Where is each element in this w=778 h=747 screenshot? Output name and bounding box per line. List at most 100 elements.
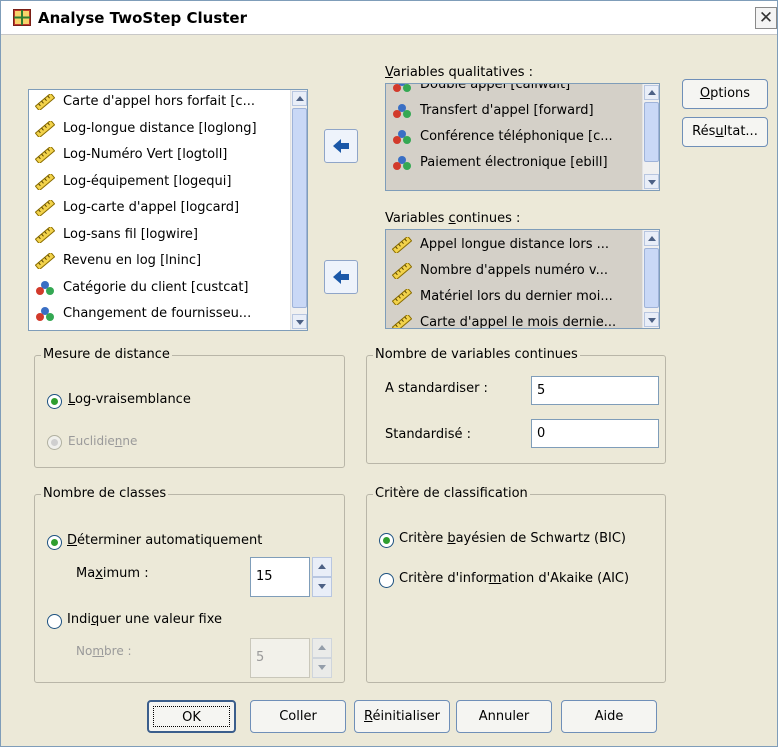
scroll-down-button[interactable] [644, 174, 659, 189]
list-item-label: Carte d'appel le mois dernie... [420, 315, 617, 329]
list-item[interactable]: Changement de fournisseu... [29, 301, 251, 326]
maximum-spinner[interactable] [312, 557, 332, 597]
euclidean-radio[interactable] [47, 435, 62, 450]
list-item[interactable]: Transfert d'appel [forward] [386, 98, 594, 123]
scale-ruler-icon [392, 315, 412, 328]
scroll-up-button[interactable] [292, 91, 307, 106]
auto-determine-label[interactable]: Déterminer automatiquement [67, 533, 262, 548]
scale-ruler-icon [35, 94, 55, 110]
maximum-field[interactable]: 15 [250, 557, 310, 597]
scroll-thumb[interactable] [292, 108, 307, 308]
list-item[interactable]: Carte d'appel hors forfait [c... [29, 90, 255, 114]
list-item[interactable]: Matériel lors du dernier moi... [386, 284, 613, 309]
list-item[interactable]: Conférence téléphonique [c... [386, 124, 613, 149]
bic-label[interactable]: Critère bayésien de Schwartz (BIC) [399, 531, 626, 546]
scroll-up-button[interactable] [644, 85, 659, 100]
aic-label[interactable]: Critère d'information d'Akaike (AIC) [399, 571, 629, 586]
to-standardize-field[interactable]: 5 [531, 376, 659, 405]
qualitative-variables-list[interactable]: Paiement électronique [ebill] Conférence … [385, 83, 660, 191]
loglik-label[interactable]: Log-vraisemblance [68, 392, 191, 407]
list-item-label: Changement de fournisseu... [63, 306, 252, 321]
list-item[interactable]: Log-Numéro Vert [logtoll] [29, 142, 227, 167]
scroll-down-button[interactable] [644, 312, 659, 327]
list-item-label: Double appel [callwait] [420, 83, 571, 92]
number-spinner[interactable] [312, 638, 332, 678]
list-item[interactable]: Double appel [callwait] [386, 83, 571, 97]
list-item-label: Log-équipement [logequi] [63, 173, 232, 189]
source-list-scrollbar[interactable] [290, 90, 307, 330]
arrow-left-icon [333, 270, 349, 284]
list-item[interactable]: Nombre d'appels numéro v... [386, 258, 608, 283]
spin-down-button[interactable] [312, 658, 332, 678]
fixed-value-radio[interactable] [47, 614, 62, 629]
data-grid-icon [13, 9, 31, 26]
list-item[interactable]: Log-longue distance [loglong] [29, 116, 257, 141]
standardized-field[interactable]: 0 [531, 419, 659, 448]
list-item-label: Appel longue distance lors ... [420, 237, 609, 252]
list-item-label: Log-carte d'appel [logcard] [63, 200, 240, 215]
move-to-continuous-button[interactable] [324, 260, 358, 294]
list-item-label: Carte d'appel hors forfait [c... [63, 94, 255, 109]
arrow-down-icon [296, 320, 304, 325]
scale-ruler-icon [35, 147, 55, 163]
results-button[interactable]: Résultat... [682, 117, 768, 147]
continuous-variables-list[interactable]: Carte d'appel le mois dernie... Matériel … [385, 229, 660, 329]
list-item[interactable]: Revenu en log [lninc] [29, 248, 201, 273]
cancel-button[interactable]: Annuler [456, 700, 552, 733]
scroll-thumb[interactable] [644, 248, 659, 308]
continuous-list-scrollbar[interactable] [642, 230, 659, 328]
list-item[interactable]: Appel longue distance lors ... [386, 232, 609, 257]
scale-ruler-icon [392, 289, 412, 305]
nominal-balls-icon [393, 104, 411, 118]
scale-ruler-icon [35, 253, 55, 269]
euclidean-label[interactable]: Euclidienne [68, 434, 137, 448]
bic-radio[interactable] [379, 533, 394, 548]
clustering-criterion-group: Critère de classification Critère bayési… [366, 486, 666, 683]
list-item[interactable]: Paiement électronique [ebill] [386, 150, 608, 175]
move-to-qualitative-button[interactable] [324, 129, 358, 163]
arrow-down-icon [648, 180, 656, 185]
spin-up-button[interactable] [312, 557, 332, 577]
ok-button[interactable]: OK [147, 700, 236, 733]
list-item-label: Log-longue distance [loglong] [63, 120, 257, 136]
scroll-thumb[interactable] [644, 102, 659, 162]
qualitative-list-scrollbar[interactable] [642, 84, 659, 190]
list-item-label: Paiement électronique [ebill] [420, 155, 608, 170]
scroll-down-button[interactable] [292, 314, 307, 329]
fixed-value-label[interactable]: Indiquer une valeur fixe [67, 612, 222, 627]
standardized-label: Standardisé : [385, 427, 472, 442]
spin-up-button[interactable] [312, 638, 332, 658]
arrow-up-icon [318, 564, 326, 569]
list-item[interactable]: Log-équipement [logequi] [29, 169, 231, 194]
close-icon: ✕ [758, 8, 774, 27]
clustering-criterion-legend: Critère de classification [373, 486, 530, 501]
list-item[interactable]: Carte d'appel le mois dernie... [386, 310, 617, 329]
aic-radio[interactable] [379, 573, 394, 588]
nominal-balls-icon [393, 130, 411, 144]
number-field[interactable]: 5 [250, 638, 310, 678]
loglik-radio[interactable] [47, 394, 62, 409]
arrow-up-icon [318, 645, 326, 650]
list-item-label: Log-Numéro Vert [logtoll] [63, 147, 228, 162]
list-item[interactable]: Catégorie du client [custcat] [29, 275, 249, 300]
nominal-balls-icon [36, 307, 54, 321]
distance-measure-legend: Mesure de distance [41, 347, 172, 362]
scale-ruler-icon [35, 200, 55, 216]
list-item-label: Catégorie du client [custcat] [63, 279, 249, 295]
focus-rect [153, 706, 230, 727]
source-variables-list[interactable]: Changement de fournisseu... Catégorie du … [28, 89, 308, 331]
close-button[interactable]: ✕ [755, 7, 777, 29]
options-button[interactable]: Options [682, 79, 768, 109]
reset-button[interactable]: Réinitialiser [354, 700, 450, 733]
list-item[interactable]: Log-sans fil [logwire] [29, 222, 198, 247]
continuous-label: Variables continues : [385, 211, 521, 226]
list-item-label: Log-sans fil [logwire] [63, 226, 198, 242]
scroll-up-button[interactable] [644, 231, 659, 246]
scale-ruler-icon [35, 173, 55, 190]
help-button[interactable]: Aide [561, 700, 657, 733]
list-item[interactable]: Log-carte d'appel [logcard] [29, 195, 239, 220]
window-title: Analyse TwoStep Cluster [38, 9, 248, 27]
spin-down-button[interactable] [312, 577, 332, 597]
auto-determine-radio[interactable] [47, 535, 62, 550]
paste-button[interactable]: Coller [250, 700, 346, 733]
